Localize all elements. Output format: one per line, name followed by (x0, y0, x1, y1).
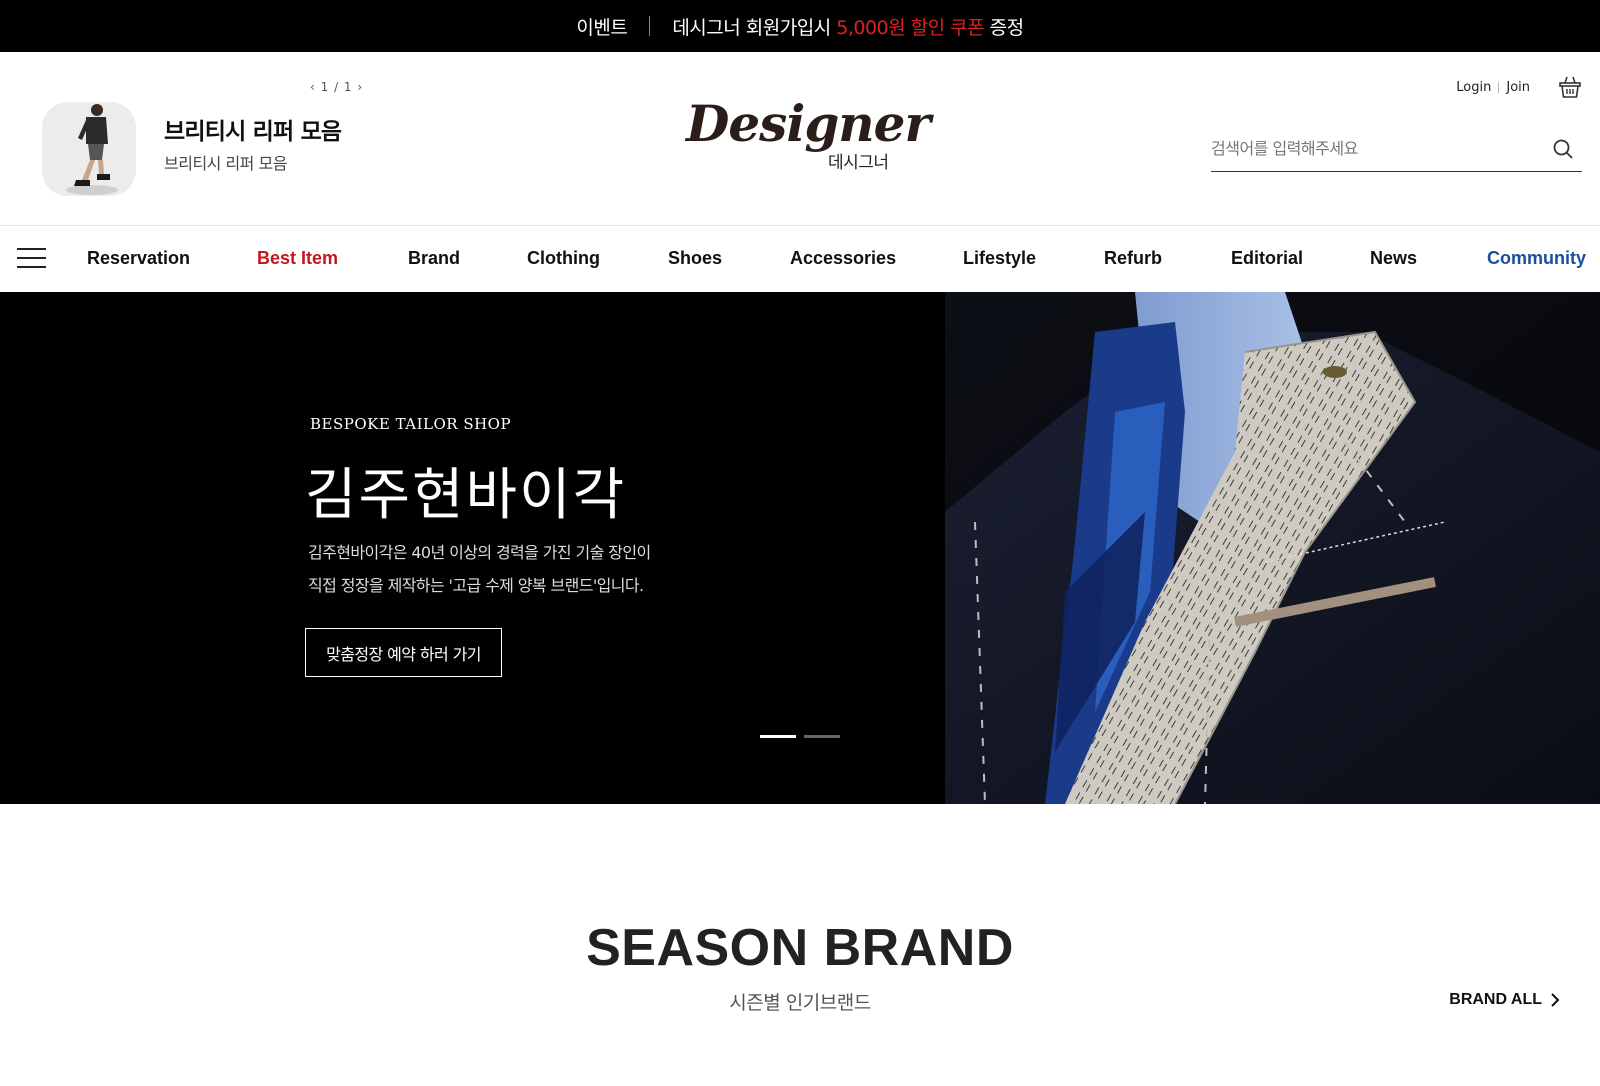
nav-item-news[interactable]: News (1370, 248, 1417, 269)
nav-item-refurb[interactable]: Refurb (1104, 248, 1162, 269)
hero-desc-line: 김주현바이각은 40년 이상의 경력을 가진 기술 장인이 (308, 543, 651, 562)
hero-eyebrow: BESPOKE TAILOR SHOP (310, 415, 512, 433)
promo-title[interactable]: 브리티시 리퍼 모음 (164, 112, 342, 146)
section-subtitle: 시즌별 인기브랜드 (729, 992, 871, 1014)
hero-slider[interactable]: BESPOKE TAILOR SHOP 김주현바이각 김주현바이각은 40년 이… (0, 292, 1600, 804)
divider (649, 16, 651, 36)
hero-description: 김주현바이각은 40년 이상의 경력을 가진 기술 장인이 직접 정장을 제작하… (308, 536, 651, 602)
nav-item-accessories[interactable]: Accessories (790, 248, 896, 269)
suit-image (945, 292, 1600, 804)
cart-icon[interactable] (1558, 75, 1582, 99)
search-bar (1211, 128, 1582, 172)
nav-item-editorial[interactable]: Editorial (1231, 248, 1303, 269)
nav-item-lifestyle[interactable]: Lifestyle (963, 248, 1036, 269)
reservation-button[interactable]: 맞춤정장 예약 하러 가기 (305, 628, 502, 677)
nav-item-brand[interactable]: Brand (408, 248, 460, 269)
slider-pagination (760, 735, 840, 738)
account-links: Login Join (1456, 80, 1530, 95)
main-nav: Reservation Best Item Brand Clothing Sho… (0, 226, 1600, 292)
event-text-post: 증정 (989, 16, 1024, 39)
promo-subtitle: 브리티시 리퍼 모음 (164, 154, 287, 173)
nav-item-clothing[interactable]: Clothing (527, 248, 600, 269)
search-input[interactable] (1211, 128, 1531, 168)
nav-item-shoes[interactable]: Shoes (668, 248, 722, 269)
site-logo[interactable]: Designer 데시그너 (686, 94, 931, 178)
brand-all-link[interactable]: BRAND ALL (1449, 991, 1560, 1009)
menu-icon[interactable] (17, 248, 46, 269)
join-link[interactable]: Join (1506, 80, 1530, 95)
slide-dot-2[interactable] (804, 735, 840, 738)
nav-item-best-item[interactable]: Best Item (257, 248, 338, 269)
login-link[interactable]: Login (1456, 80, 1491, 95)
event-text-pre: 데시그너 회원가입시 (672, 16, 831, 39)
hero-title: 김주현바이각 (305, 463, 627, 528)
logo-korean: 데시그너 (828, 153, 889, 173)
brand-all-label: BRAND ALL (1449, 991, 1542, 1008)
chevron-right-icon (1551, 993, 1560, 1007)
event-banner[interactable]: 이벤트 데시그너 회원가입시 5,000원 할인 쿠폰 증정 (0, 0, 1600, 52)
event-label: 이벤트 (576, 16, 628, 39)
site-header: ‹ 1 / 1 › 브리티시 리퍼 모음 브리티시 리퍼 모음 Designer… (0, 52, 1600, 226)
section-title: SEASON BRAND (586, 919, 1014, 977)
promo-pager[interactable]: ‹ 1 / 1 › (310, 80, 363, 94)
search-icon[interactable] (1552, 138, 1574, 160)
model-image (42, 102, 136, 196)
nav-item-reservation[interactable]: Reservation (87, 248, 190, 269)
logo-script: Designer (686, 94, 931, 153)
divider (1498, 82, 1500, 93)
hero-desc-line: 직접 정장을 제작하는 '고급 수제 양복 브랜드'입니다. (308, 576, 644, 595)
promo-thumbnail[interactable] (42, 102, 136, 196)
event-text-highlight: 5,000원 할인 쿠폰 (836, 16, 985, 39)
slide-dot-1[interactable] (760, 735, 796, 738)
nav-item-community[interactable]: Community (1487, 248, 1586, 269)
